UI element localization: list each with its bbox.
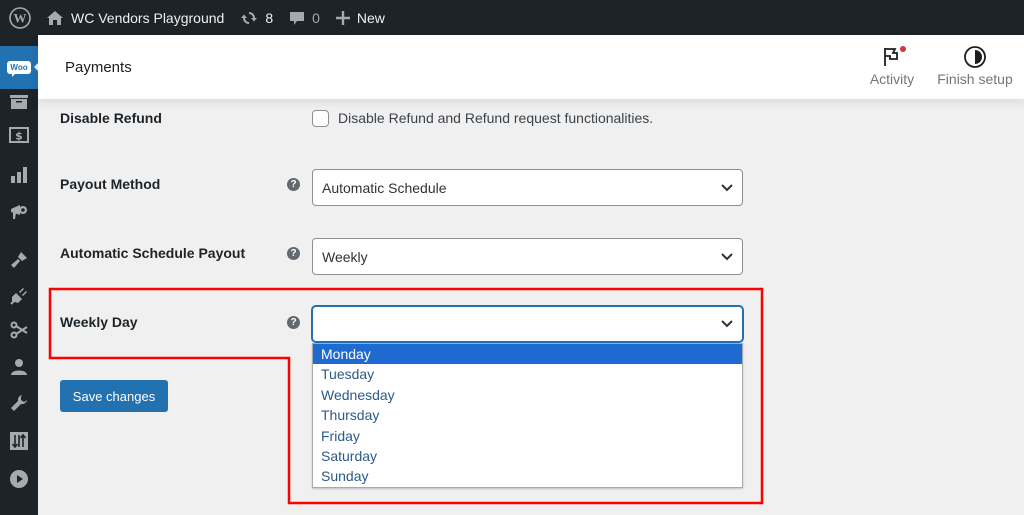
scissors-icon [10,321,28,339]
sidebar-item-marketing[interactable] [0,196,38,226]
automatic-schedule-payout-select[interactable]: Weekly [312,238,743,275]
sidebar-item-analytics[interactable] [0,160,38,190]
comments-link[interactable]: 0 [281,0,328,35]
home-icon [46,10,64,26]
wordpress-logo-button[interactable]: W [2,0,38,35]
chevron-down-icon [721,320,733,328]
sliders-icon [10,432,28,450]
admin-bar: W WC Vendors Playground 8 0 New [0,0,1024,35]
comment-icon [289,10,305,26]
sidebar-item-tools-cut[interactable] [0,315,38,345]
weekly-day-select[interactable] [312,306,743,342]
wrench-icon [11,395,27,411]
money-icon: $ [9,127,29,143]
payout-method-label: Payout Method [60,176,161,192]
svg-text:$: $ [15,130,23,143]
flag-icon [884,48,898,66]
help-icon[interactable]: ? [287,178,300,191]
woocommerce-header: Payments Activity Finish setup [38,35,1024,99]
dropdown-option-tuesday[interactable]: Tuesday [313,364,742,384]
sidebar-item-media-player[interactable] [0,464,38,494]
weekly-day-label: Weekly Day [60,314,138,330]
notification-dot [900,46,906,52]
dropdown-option-wednesday[interactable]: Wednesday [313,385,742,405]
play-circle-icon [10,470,28,488]
sidebar-item-plugins[interactable] [0,281,38,311]
wordpress-icon: W [9,6,31,29]
dropdown-option-sunday[interactable]: Sunday [313,466,742,486]
disable-refund-checkbox[interactable] [312,110,329,127]
disable-refund-label: Disable Refund [60,110,162,126]
automatic-schedule-payout-label: Automatic Schedule Payout [60,245,246,261]
dropdown-option-saturday[interactable]: Saturday [313,446,742,466]
comments-count: 0 [312,9,320,26]
chevron-down-icon [721,183,733,192]
new-label: New [356,9,385,26]
chevron-down-icon [721,252,733,261]
help-icon[interactable]: ? [287,316,300,329]
svg-text:W: W [14,10,27,25]
plus-icon [335,10,350,25]
new-content-link[interactable]: New [328,0,393,35]
bar-chart-icon [11,167,27,183]
woocommerce-icon: Woo [7,61,31,77]
user-icon [11,359,27,375]
automatic-schedule-payout-value: Weekly [322,248,368,265]
activity-label: Activity [869,71,915,87]
finish-setup-label: Finish setup [937,71,1013,87]
sidebar-item-settings[interactable] [0,426,38,456]
site-name-link[interactable]: WC Vendors Playground [38,0,232,35]
plugin-icon [10,288,27,305]
sidebar-item-appearance[interactable] [0,245,38,275]
sidebar-item-tools[interactable] [0,388,38,418]
admin-sidebar: Woo $ [0,35,39,515]
archive-icon [10,95,28,109]
dropdown-option-friday[interactable]: Friday [313,426,742,446]
save-changes-button[interactable]: Save changes [60,380,168,412]
updates-icon [240,9,258,27]
activity-button[interactable]: Activity [867,43,917,87]
payout-method-value: Automatic Schedule [322,179,447,196]
help-icon[interactable]: ? [287,247,300,260]
dropdown-option-monday[interactable]: Monday [313,344,742,365]
page-title: Payments [65,59,132,76]
updates-count: 8 [265,9,274,26]
disable-refund-checkbox-label[interactable]: Disable Refund and Refund request functi… [338,110,653,126]
finish-setup-button[interactable]: Finish setup [936,43,1014,87]
paintbrush-icon [11,252,27,268]
sidebar-item-payments[interactable]: $ [0,120,38,150]
sidebar-item-woocommerce[interactable]: Woo [0,46,39,89]
megaphone-icon [11,205,27,219]
updates-link[interactable]: 8 [232,0,281,35]
sidebar-item-users[interactable] [0,352,38,382]
sidebar-item-products[interactable] [0,87,38,117]
payout-method-select[interactable]: Automatic Schedule [312,169,743,206]
dropdown-option-thursday[interactable]: Thursday [313,405,742,425]
site-name: WC Vendors Playground [71,9,225,26]
progress-half-circle-icon [964,46,986,68]
weekly-day-dropdown-list: Monday Tuesday Wednesday Thursday Friday… [312,343,743,488]
